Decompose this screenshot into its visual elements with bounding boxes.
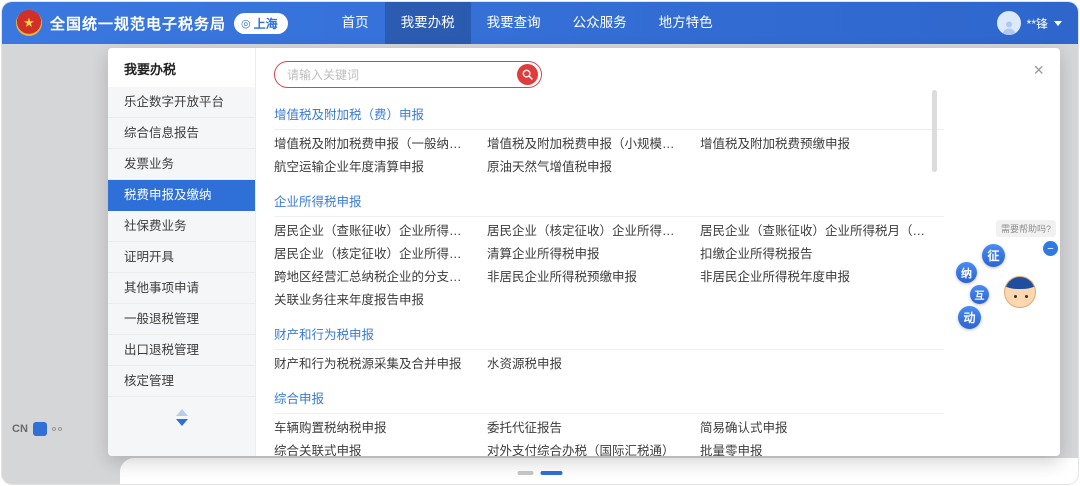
menu-sections: 增值税及附加税（费）申报增值税及附加税费申报（一般纳税人适用）增值税及附加税费申… bbox=[274, 96, 944, 456]
menu-section: 财产和行为税申报财产和行为税税源采集及合并申报水资源税申报 bbox=[274, 316, 944, 380]
menu-item-link[interactable]: 对外支付综合办税（国际汇税通） bbox=[487, 440, 700, 456]
section-title: 财产和行为税申报 bbox=[274, 316, 944, 350]
sidebar-items: 乐企数字开放平台综合信息报告发票业务税费申报及缴纳社保费业务证明开具其他事项申请… bbox=[108, 87, 255, 397]
ime-label: CN bbox=[12, 423, 28, 435]
assistant-tooltip: 需要帮助吗? bbox=[996, 220, 1056, 237]
menu-item-link[interactable]: 增值税及附加税费申报（一般纳税人适用） bbox=[274, 133, 487, 156]
menu-section: 增值税及附加税（费）申报增值税及附加税费申报（一般纳税人适用）增值税及附加税费申… bbox=[274, 96, 944, 183]
location-selector[interactable]: ◎ 上海 bbox=[234, 13, 288, 34]
menu-item-link[interactable]: 增值税及附加税费申报（小规模纳税人） bbox=[487, 133, 700, 156]
menu-section: 企业所得税申报居民企业（查账征收）企业所得税年度申报居民企业（核定征收）企业所得… bbox=[274, 183, 944, 316]
menu-section: 综合申报车辆购置税纳税申报委托代征报告简易确认式申报综合关联式申报对外支付综合办… bbox=[274, 380, 944, 456]
menu-item-link[interactable]: 居民企业（核定征收）企业所得税月（季）度... bbox=[274, 243, 487, 266]
mascot-char: 征 bbox=[982, 244, 1005, 267]
nav-item[interactable]: 公众服务 bbox=[557, 2, 643, 44]
scrollbar[interactable] bbox=[932, 90, 937, 172]
pagination-bar[interactable] bbox=[541, 471, 563, 475]
menu-item-link[interactable]: 水资源税申报 bbox=[487, 353, 700, 376]
site-title: 全国统一规范电子税务局 bbox=[50, 13, 226, 34]
menu-item-link[interactable]: 关联业务往来年度报告申报 bbox=[274, 289, 487, 312]
menu-item-link[interactable]: 批量零申报 bbox=[700, 440, 944, 456]
user-name: **锋 bbox=[1027, 15, 1048, 32]
menu-item-link[interactable]: 非居民企业所得税预缴申报 bbox=[487, 266, 700, 289]
menu-item-link[interactable]: 航空运输企业年度清算申报 bbox=[274, 156, 487, 179]
sidebar-item[interactable]: 出口退税管理 bbox=[108, 335, 255, 366]
section-title: 综合申报 bbox=[274, 380, 944, 414]
sidebar-item[interactable]: 发票业务 bbox=[108, 149, 255, 180]
search-box bbox=[274, 61, 542, 88]
search-button[interactable] bbox=[517, 64, 538, 85]
menu-sidebar: 我要办税 乐企数字开放平台综合信息报告发票业务税费申报及缴纳社保费业务证明开具其… bbox=[108, 48, 256, 456]
collapse-arrow-icon bbox=[176, 409, 188, 416]
main-nav: 首页我要办税我要查询公众服务地方特色 bbox=[326, 2, 729, 44]
mascot-char: 动 bbox=[958, 306, 981, 329]
menu-item-link[interactable]: 居民企业（查账征收）企业所得税年度申报 bbox=[274, 220, 487, 243]
section-title: 企业所得税申报 bbox=[274, 183, 944, 217]
menu-item-link[interactable]: 非居民企业所得税年度申报 bbox=[700, 266, 944, 289]
sidebar-item[interactable]: 核定管理 bbox=[108, 366, 255, 397]
menu-item-link[interactable]: 增值税及附加税费预缴申报 bbox=[700, 133, 944, 156]
mascot-char: 互 bbox=[970, 285, 989, 304]
assistant-widget[interactable]: 需要帮助吗? − 征纳互动 bbox=[950, 220, 1064, 352]
nav-item[interactable]: 我要查询 bbox=[471, 2, 557, 44]
location-pin-icon: ◎ bbox=[241, 17, 251, 30]
sidebar-item[interactable]: 社保费业务 bbox=[108, 211, 255, 242]
sidebar-item[interactable]: 综合信息报告 bbox=[108, 118, 255, 149]
top-header: ★ 全国统一规范电子税务局 ◎ 上海 首页我要办税我要查询公众服务地方特色 **… bbox=[2, 2, 1078, 44]
sidebar-item[interactable]: 其他事项申请 bbox=[108, 273, 255, 304]
menu-item-link[interactable]: 扣缴企业所得税报告 bbox=[700, 243, 944, 266]
sidebar-title: 我要办税 bbox=[108, 48, 255, 87]
menu-item-link[interactable]: 委托代征报告 bbox=[487, 417, 700, 440]
search-input[interactable] bbox=[287, 68, 517, 82]
brand-area: ★ 全国统一规范电子税务局 ◎ 上海 bbox=[2, 10, 288, 36]
mascot-char: 纳 bbox=[956, 262, 977, 283]
sidebar-item[interactable]: 乐企数字开放平台 bbox=[108, 87, 255, 118]
menu-item-link[interactable]: 简易确认式申报 bbox=[700, 417, 944, 440]
app-window: ★ 全国统一规范电子税务局 ◎ 上海 首页我要办税我要查询公众服务地方特色 **… bbox=[2, 2, 1078, 484]
carousel-pagination bbox=[518, 471, 563, 475]
tax-interaction-mascot[interactable]: 征纳互动 bbox=[954, 244, 1050, 340]
expand-arrow-icon bbox=[176, 419, 188, 426]
menu-item-link[interactable]: 原油天然气增值税申报 bbox=[487, 156, 700, 179]
menu-content: × 增值税及附加税（费）申报增值税及附加税费申报（一般纳税人适用）增值税及附加税… bbox=[256, 48, 1060, 456]
section-title: 增值税及附加税（费）申报 bbox=[274, 96, 944, 130]
ime-badge-icon[interactable] bbox=[33, 422, 47, 436]
national-emblem-icon: ★ bbox=[16, 10, 42, 36]
sidebar-expander[interactable] bbox=[108, 409, 255, 426]
mega-menu-panel: 我要办税 乐企数字开放平台综合信息报告发票业务税费申报及缴纳社保费业务证明开具其… bbox=[108, 48, 1060, 456]
location-label: 上海 bbox=[254, 15, 278, 32]
mascot-officer-face bbox=[1004, 276, 1036, 308]
nav-item[interactable]: 首页 bbox=[326, 2, 385, 44]
page-content-behind bbox=[120, 458, 1078, 484]
sidebar-item[interactable]: 证明开具 bbox=[108, 242, 255, 273]
menu-item-link[interactable]: 综合关联式申报 bbox=[274, 440, 487, 456]
pagination-bar[interactable] bbox=[518, 471, 534, 475]
user-avatar-icon bbox=[997, 11, 1021, 35]
menu-item-link[interactable]: 居民企业（核定征收）企业所得税年度申报 bbox=[487, 220, 700, 243]
nav-item[interactable]: 地方特色 bbox=[643, 2, 729, 44]
menu-item-link[interactable]: 财产和行为税税源采集及合并申报 bbox=[274, 353, 487, 376]
input-method-indicator: CN bbox=[12, 422, 62, 436]
sidebar-item[interactable]: 一般退税管理 bbox=[108, 304, 255, 335]
user-menu[interactable]: **锋 bbox=[997, 11, 1062, 35]
menu-item-link[interactable]: 跨地区经营汇总纳税企业的分支机构年度纳税... bbox=[274, 266, 487, 289]
menu-item-link[interactable]: 居民企业（查账征收）企业所得税月（季）度... bbox=[700, 220, 944, 243]
close-icon[interactable]: × bbox=[1033, 61, 1044, 79]
chevron-down-icon bbox=[1054, 21, 1062, 26]
sidebar-item[interactable]: 税费申报及缴纳 bbox=[108, 180, 255, 211]
nav-item[interactable]: 我要办税 bbox=[385, 2, 471, 44]
menu-item-link[interactable]: 车辆购置税纳税申报 bbox=[274, 417, 487, 440]
menu-item-link[interactable]: 清算企业所得税申报 bbox=[487, 243, 700, 266]
touch-keyboard-icon[interactable] bbox=[52, 427, 62, 431]
